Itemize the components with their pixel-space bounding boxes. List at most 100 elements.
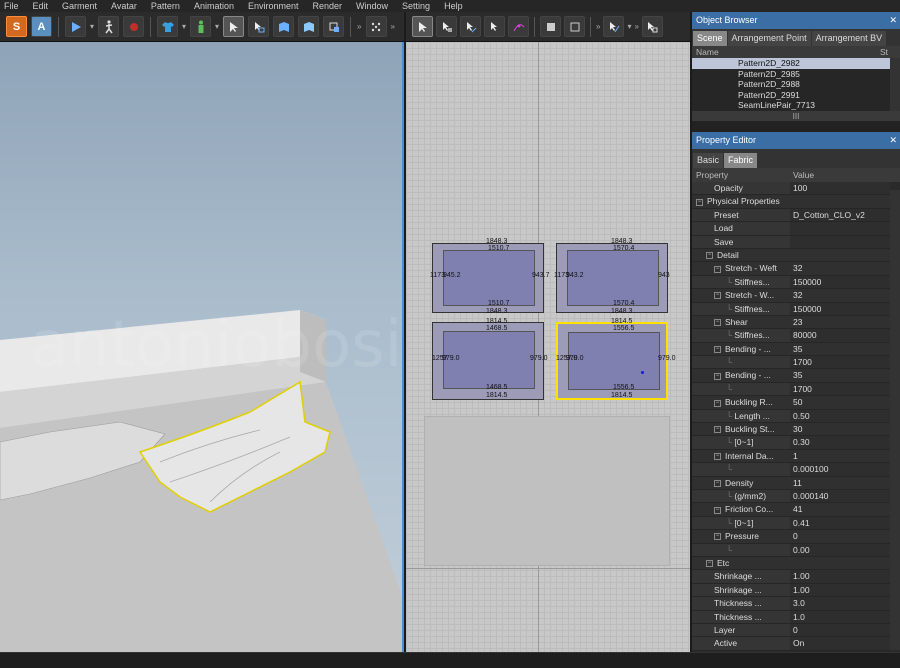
menu-item-garment[interactable]: Garment (62, 0, 97, 12)
garment-button[interactable] (157, 16, 179, 37)
select-pattern-button[interactable] (412, 16, 433, 37)
tab-fabric[interactable]: Fabric (724, 153, 758, 168)
property-column-header[interactable]: Property (692, 168, 790, 182)
2d-pattern-window[interactable]: 1848.3 1510.7 1173 945.2 943.7 1510.7 18… (406, 42, 690, 652)
property-row[interactable]: └ Stiffnes... 80000 (692, 329, 890, 343)
name-column-header[interactable]: Name (692, 46, 880, 58)
property-row[interactable]: Preset D_Cotton_CLO_v2 (692, 208, 890, 223)
property-value[interactable]: 150000 (790, 302, 890, 315)
property-row[interactable]: └ 1700 (692, 356, 890, 370)
property-value[interactable]: D_Cotton_CLO_v2 (790, 208, 890, 222)
property-value[interactable]: 150000 (790, 275, 890, 289)
property-value[interactable] (790, 556, 890, 570)
dropdown-arrow-icon[interactable]: ▾ (182, 22, 186, 31)
toolbar-more-icon[interactable]: » (391, 22, 395, 31)
property-row[interactable]: − Pressure 0 (692, 530, 890, 544)
property-row[interactable]: Thickness ... 3.0 (692, 597, 890, 611)
value-column-header[interactable]: Value (790, 168, 900, 182)
property-value[interactable]: 1700 (790, 356, 890, 369)
property-row[interactable]: └ 1700 (692, 382, 890, 397)
property-row[interactable]: Active On (692, 637, 890, 651)
property-row[interactable]: − Stretch - Weft 32 (692, 262, 890, 276)
property-row[interactable]: └ (g/mm2) 0.000140 (692, 489, 890, 504)
property-row[interactable]: └ [0~1] 0.41 (692, 516, 890, 531)
property-value[interactable]: 35 (790, 369, 890, 382)
collapse-toggle-icon[interactable]: − (714, 319, 721, 327)
point-grid-button[interactable] (365, 16, 387, 37)
selected-point-dot[interactable] (641, 371, 644, 374)
property-value[interactable]: 1.00 (790, 583, 890, 597)
select-mesh-button[interactable] (248, 16, 270, 37)
property-scrollbar[interactable] (890, 190, 900, 650)
select-tool-button[interactable] (223, 16, 245, 37)
tab-arrangement-point[interactable]: Arrangement Point (727, 31, 811, 46)
collapse-toggle-icon[interactable]: − (714, 453, 721, 461)
property-value[interactable]: 41 (790, 503, 890, 516)
property-value[interactable] (790, 195, 890, 208)
tree-item-pattern[interactable]: Pattern2D_2991 (692, 90, 900, 101)
tab-scene[interactable]: Scene (693, 31, 727, 46)
property-row[interactable]: └ 0.00 (692, 543, 890, 557)
menu-item-edit[interactable]: Edit (33, 0, 49, 12)
avatar-button[interactable] (190, 16, 212, 37)
menu-item-file[interactable]: File (4, 0, 19, 12)
property-value[interactable]: 0 (790, 623, 890, 637)
property-value[interactable]: 30 (790, 423, 890, 436)
animation-mode-button[interactable]: A (31, 16, 52, 37)
property-value[interactable]: 23 (790, 315, 890, 329)
property-row[interactable]: − Physical Properties (692, 195, 890, 209)
menu-item-animation[interactable]: Animation (194, 0, 234, 12)
collapse-toggle-icon[interactable]: − (714, 506, 721, 514)
property-row[interactable]: − Etc (692, 556, 890, 571)
menu-item-setting[interactable]: Setting (402, 0, 430, 12)
tree-item-seamline[interactable]: SeamLinePair_7713 (692, 100, 900, 111)
property-row[interactable]: Shrinkage ... 1.00 (692, 570, 890, 584)
rectangle-tool-button[interactable] (564, 16, 585, 37)
tab-arrangement-bv[interactable]: Arrangement BV (811, 31, 887, 46)
property-row[interactable]: └ Stiffnes... 150000 (692, 275, 890, 290)
property-row[interactable]: Save (692, 235, 890, 249)
fold-tool-button[interactable] (273, 16, 295, 37)
property-row[interactable]: − Buckling R... 50 (692, 396, 890, 410)
property-row[interactable]: − Detail (692, 248, 890, 263)
property-value[interactable]: 32 (790, 262, 890, 275)
avatar-walk-button[interactable] (98, 16, 120, 37)
property-value[interactable]: 0.000140 (790, 489, 890, 503)
collapse-toggle-icon[interactable]: − (706, 560, 713, 568)
collapse-toggle-icon[interactable]: − (714, 292, 721, 300)
collapse-toggle-icon[interactable]: − (714, 345, 721, 353)
property-value[interactable]: 0.50 (790, 409, 890, 423)
property-row[interactable]: Shrinkage ... 1.00 (692, 583, 890, 598)
simulate-play-button[interactable] (65, 16, 86, 37)
collapse-toggle-icon[interactable]: − (714, 399, 721, 407)
property-row[interactable]: Layer 0 (692, 623, 890, 638)
menu-item-render[interactable]: Render (313, 0, 343, 12)
object-tree-scrollbar[interactable] (890, 58, 900, 111)
tab-basic[interactable]: Basic (693, 153, 724, 168)
property-row[interactable]: − Internal Da... 1 (692, 449, 890, 464)
arrange-button[interactable] (641, 16, 663, 37)
menu-item-pattern[interactable]: Pattern (151, 0, 180, 12)
property-value[interactable]: 1700 (790, 382, 890, 396)
toolbar-more-icon[interactable]: » (357, 22, 361, 31)
edit-point-button[interactable] (460, 16, 481, 37)
menu-item-window[interactable]: Window (356, 0, 388, 12)
property-row[interactable]: └ 0.000100 (692, 463, 890, 477)
collapse-toggle-icon[interactable]: − (714, 265, 721, 273)
collapse-toggle-icon[interactable]: − (714, 479, 721, 487)
object-tree-hscrollbar[interactable]: III (692, 111, 900, 121)
close-icon[interactable]: ✕ (889, 12, 897, 29)
property-value[interactable]: 3.0 (790, 597, 890, 610)
property-value[interactable]: 50 (790, 396, 890, 409)
collapse-toggle-icon[interactable]: − (696, 198, 703, 206)
collapse-toggle-icon[interactable]: − (714, 533, 721, 541)
property-value[interactable] (790, 235, 890, 248)
collapse-toggle-icon[interactable]: − (714, 372, 721, 380)
collapse-toggle-icon[interactable]: − (706, 252, 713, 260)
seam-tool-button[interactable] (603, 16, 625, 37)
fold-arrange-button[interactable] (298, 16, 320, 37)
property-value[interactable]: 80000 (790, 329, 890, 342)
property-value[interactable]: 35 (790, 342, 890, 356)
tree-item-pattern[interactable]: Pattern2D_2988 (692, 79, 900, 90)
property-value[interactable] (790, 248, 890, 262)
